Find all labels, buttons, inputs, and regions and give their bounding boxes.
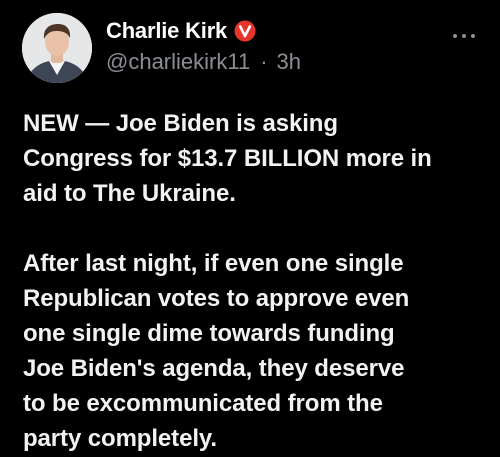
author-handle[interactable]: @charliekirk11 xyxy=(106,49,250,75)
author-meta-row: @charliekirk11 · 3h xyxy=(106,47,301,77)
meta-separator: · xyxy=(260,49,268,74)
avatar-photo xyxy=(22,13,92,83)
tweet-paragraph-1: NEW — Joe Biden is asking Congress for $… xyxy=(23,110,432,207)
tweet-text: NEW — Joe Biden is asking Congress for $… xyxy=(23,106,485,456)
author-display-name[interactable]: Charlie Kirk xyxy=(106,18,227,44)
verified-badge-icon xyxy=(234,20,256,42)
tweet-timestamp[interactable]: 3h xyxy=(277,49,301,75)
more-horizontal-icon[interactable] xyxy=(452,28,476,38)
avatar[interactable] xyxy=(22,13,92,83)
author-name-row: Charlie Kirk xyxy=(106,16,256,46)
tweet-card[interactable]: Charlie Kirk @charliekirk11 · 3h NEW — J… xyxy=(0,0,500,457)
tweet-paragraph-2: After last night, if even one single Rep… xyxy=(23,250,410,452)
